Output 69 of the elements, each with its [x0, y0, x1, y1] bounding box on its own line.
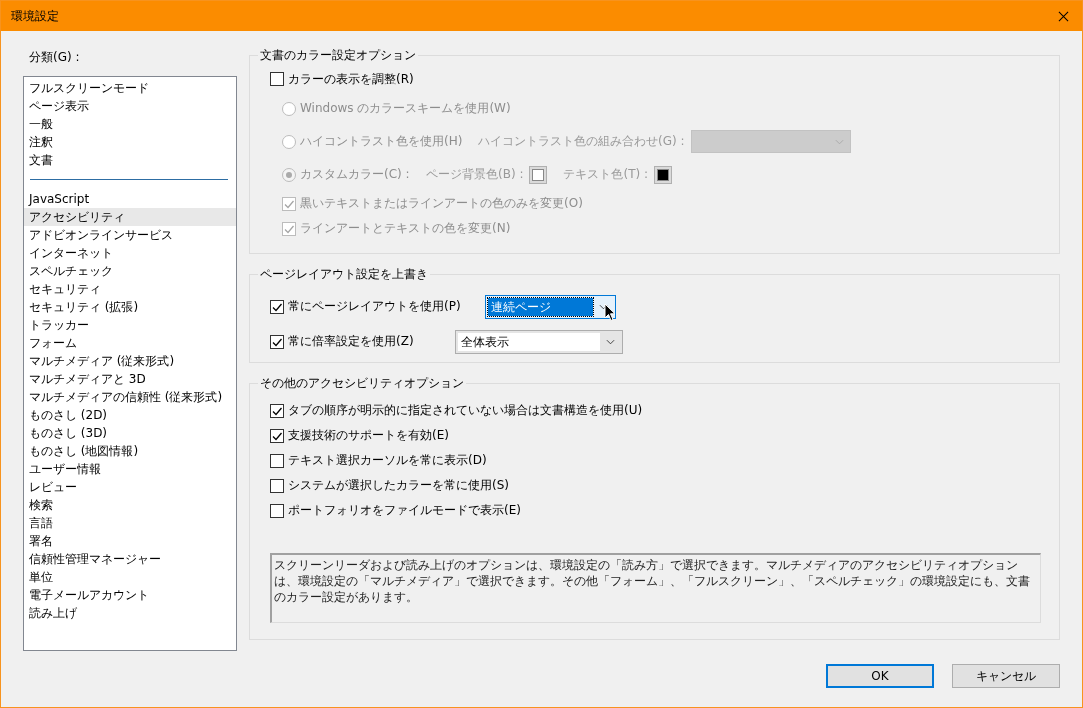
category-item[interactable]: 署名: [28, 532, 232, 550]
checkbox-label: 常に倍率設定を使用(Z): [288, 333, 415, 350]
mouse-cursor-icon: [604, 303, 616, 322]
category-item[interactable]: スペルチェック: [28, 262, 232, 280]
checkbox[interactable]: [270, 478, 284, 493]
category-item[interactable]: 信頼性管理マネージャー: [28, 550, 232, 568]
radio-label: Windows のカラースキームを使用(W): [300, 100, 511, 117]
radio-label: カスタムカラー(C) :: [300, 166, 411, 183]
chevron-down-icon: [606, 338, 615, 345]
checkbox-label: システムが選択したカラーを常に使用(S): [288, 477, 509, 494]
category-item[interactable]: レビュー: [28, 478, 232, 496]
category-item[interactable]: フルスクリーンモード: [28, 79, 232, 97]
category-item[interactable]: マルチメディアの信頼性 (従来形式): [28, 388, 232, 406]
category-item[interactable]: ページ表示: [28, 97, 232, 115]
group-title: その他のアクセシビリティオプション: [259, 375, 465, 392]
category-item[interactable]: ユーザー情報: [28, 460, 232, 478]
info-text: スクリーンリーダおよび読み上げのオプションは、環境設定の「読み方」で選択できます。マルチメディアのアクセシビリティオプションは、環境設定の「マルチメディア」で選択できます。その他「フォーム」、「フルスクリーン」、「スペルチェック」の環境設定にも、文書のカラー設定があります。: [274, 558, 1030, 604]
checkbox[interactable]: [270, 428, 284, 443]
chevron-down-icon: [834, 138, 844, 145]
category-item[interactable]: ものさし (2D): [28, 406, 232, 424]
checkbox[interactable]: [270, 72, 284, 86]
category-item[interactable]: 言語: [28, 514, 232, 532]
swatch-label: テキスト色(T) :: [563, 166, 648, 183]
checkbox[interactable]: [270, 403, 284, 418]
category-item[interactable]: 単位: [28, 568, 232, 586]
checkbox[interactable]: [270, 453, 284, 468]
ok-button[interactable]: OK: [826, 664, 934, 688]
dropdown[interactable]: 連続ページ: [485, 294, 616, 319]
checkbox-label: タブの順序が明示的に指定されていない場合は文書構造を使用(U): [288, 402, 643, 419]
checkbox-label: 常にページレイアウトを使用(P): [288, 298, 462, 315]
category-item[interactable]: アドビオンラインサービス: [28, 226, 232, 244]
category-item[interactable]: JavaScript: [28, 190, 232, 208]
checkbox-label: カラーの表示を調整(R): [288, 70, 414, 88]
window-title: 環境設定: [11, 7, 59, 25]
checkbox[interactable]: [270, 334, 284, 349]
category-item[interactable]: 読み上げ: [28, 604, 232, 622]
category-item[interactable]: アクセシビリティ: [24, 208, 236, 226]
category-label: 分類(G) :: [28, 49, 81, 66]
category-item[interactable]: フォーム: [28, 334, 232, 352]
color-swatch-button[interactable]: [529, 165, 548, 184]
checkbox-label: ポートフォリオをファイルモードで表示(E): [288, 502, 521, 519]
category-item[interactable]: 電子メールアカウント: [28, 586, 232, 604]
checkbox[interactable]: [270, 503, 284, 518]
category-item[interactable]: 文書: [28, 151, 232, 169]
checkbox-label: テキスト選択カーソルを常に表示(D): [288, 452, 487, 469]
category-item[interactable]: マルチメディア (従来形式): [28, 352, 232, 370]
radio-label: ハイコントラスト色を使用(H): [300, 133, 464, 150]
category-item[interactable]: ものさし (3D): [28, 424, 232, 442]
checkbox-label: ラインアートとテキストの色を変更(N): [300, 220, 511, 237]
swatch-label: ページ背景色(B) :: [426, 166, 524, 183]
checkbox-label: 黒いテキストまたはラインアートの色のみを変更(O): [300, 195, 583, 212]
combo-label: ハイコントラスト色の組み合わせ(G) :: [478, 133, 685, 150]
category-item[interactable]: 注釈: [28, 133, 232, 151]
category-item[interactable]: マルチメディアと 3D: [28, 370, 232, 388]
color-swatch-button[interactable]: [654, 165, 672, 184]
category-item[interactable]: インターネット: [28, 244, 232, 262]
category-item[interactable]: トラッカー: [28, 316, 232, 334]
dropdown[interactable]: 全体表示: [455, 329, 623, 354]
category-item[interactable]: 検索: [28, 496, 232, 514]
group-title: ページレイアウト設定を上書き: [259, 266, 429, 283]
checkbox-label: 支援技術のサポートを有効(E): [288, 427, 449, 444]
group-title: 文書のカラー設定オプション: [259, 47, 417, 64]
category-item[interactable]: セキュリティ (拡張): [28, 298, 232, 316]
cancel-button[interactable]: キャンセル: [952, 664, 1060, 688]
checkbox[interactable]: [270, 299, 284, 314]
close-icon[interactable]: [1058, 10, 1069, 22]
category-item[interactable]: セキュリティ: [28, 280, 232, 298]
category-item[interactable]: 一般: [28, 115, 232, 133]
category-item[interactable]: ものさし (地図情報): [28, 442, 232, 460]
